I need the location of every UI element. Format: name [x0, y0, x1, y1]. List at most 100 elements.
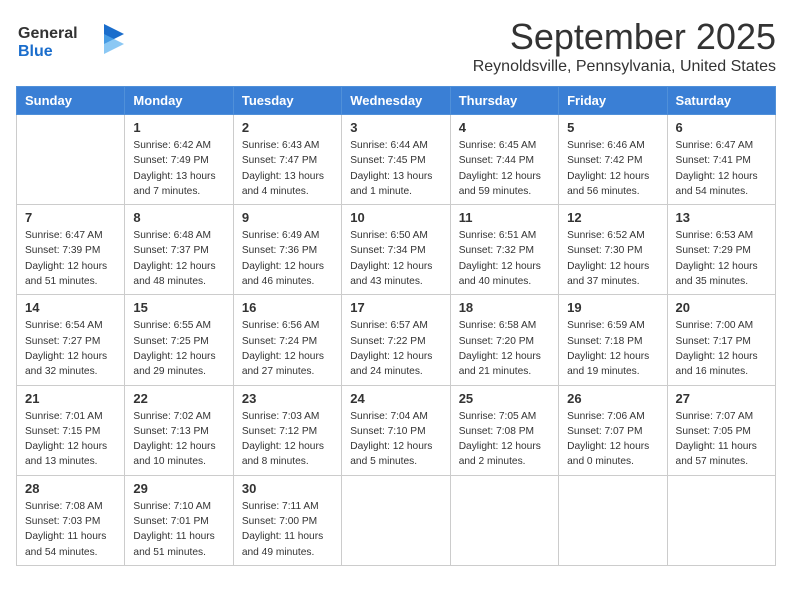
- cell-info: Sunrise: 6:47 AMSunset: 7:41 PMDaylight:…: [676, 138, 767, 199]
- calendar-week-3: 14Sunrise: 6:54 AMSunset: 7:27 PMDayligh…: [17, 295, 776, 385]
- cell-info: Sunrise: 6:56 AMSunset: 7:24 PMDaylight:…: [242, 318, 333, 379]
- calendar-cell: 12Sunrise: 6:52 AMSunset: 7:30 PMDayligh…: [559, 205, 667, 295]
- calendar-cell: [17, 115, 125, 205]
- calendar-cell: 19 Sunrise: 6:59 AMSunset: 7:18 PMDayligh…: [559, 295, 667, 385]
- day-number: 13: [676, 210, 767, 225]
- svg-text:General: General: [18, 25, 78, 42]
- cell-info: Sunrise: 6:55 AMSunset: 7:25 PMDaylight:…: [133, 318, 224, 379]
- day-number: 17: [350, 300, 441, 315]
- day-number: 3: [350, 120, 441, 135]
- weekday-header-saturday: Saturday: [667, 87, 775, 115]
- cell-info: Sunrise: 6:48 AMSunset: 7:37 PMDaylight:…: [133, 228, 224, 289]
- calendar-cell: 8Sunrise: 6:48 AMSunset: 7:37 PMDaylight…: [125, 205, 233, 295]
- calendar-cell: 26 Sunrise: 7:06 AMSunset: 7:07 PMDayligh…: [559, 385, 667, 475]
- calendar-cell: 28 Sunrise: 7:08 AMSunset: 7:03 PMDayligh…: [17, 475, 125, 565]
- weekday-header-wednesday: Wednesday: [342, 87, 450, 115]
- cell-info: Sunrise: 7:00 AMSunset: 7:17 PMDaylight:…: [676, 318, 767, 379]
- calendar-cell: 21 Sunrise: 7:01 AMSunset: 7:15 PMDayligh…: [17, 385, 125, 475]
- cell-info: Sunrise: 7:08 AMSunset: 7:03 PMDaylight:…: [25, 499, 116, 560]
- cell-info: Sunrise: 6:47 AMSunset: 7:39 PMDaylight:…: [25, 228, 116, 289]
- day-number: 27: [676, 391, 767, 406]
- weekday-header-row: SundayMondayTuesdayWednesdayThursdayFrid…: [17, 87, 776, 115]
- day-number: 30: [242, 481, 333, 496]
- calendar-cell: 18 Sunrise: 6:58 AMSunset: 7:20 PMDayligh…: [450, 295, 558, 385]
- day-number: 21: [25, 391, 116, 406]
- day-number: 25: [459, 391, 550, 406]
- page-header: General Blue September 2025 Reynoldsvill…: [16, 16, 776, 76]
- location-title: Reynoldsville, Pennsylvania, United Stat…: [473, 58, 776, 76]
- calendar-cell: 4Sunrise: 6:45 AMSunset: 7:44 PMDaylight…: [450, 115, 558, 205]
- logo-wordmark: General Blue: [16, 16, 126, 69]
- calendar-cell: [450, 475, 558, 565]
- cell-info: Sunrise: 6:51 AMSunset: 7:32 PMDaylight:…: [459, 228, 550, 289]
- cell-info: Sunrise: 6:53 AMSunset: 7:29 PMDaylight:…: [676, 228, 767, 289]
- weekday-header-friday: Friday: [559, 87, 667, 115]
- day-number: 11: [459, 210, 550, 225]
- day-number: 1: [133, 120, 224, 135]
- calendar-table: SundayMondayTuesdayWednesdayThursdayFrid…: [16, 86, 776, 566]
- day-number: 9: [242, 210, 333, 225]
- day-number: 29: [133, 481, 224, 496]
- cell-info: Sunrise: 6:52 AMSunset: 7:30 PMDaylight:…: [567, 228, 658, 289]
- calendar-cell: [342, 475, 450, 565]
- day-number: 7: [25, 210, 116, 225]
- day-number: 16: [242, 300, 333, 315]
- cell-info: Sunrise: 7:03 AMSunset: 7:12 PMDaylight:…: [242, 409, 333, 470]
- calendar-week-5: 28 Sunrise: 7:08 AMSunset: 7:03 PMDayligh…: [17, 475, 776, 565]
- day-number: 24: [350, 391, 441, 406]
- cell-info: Sunrise: 7:06 AMSunset: 7:07 PMDaylight:…: [567, 409, 658, 470]
- day-number: 18: [459, 300, 550, 315]
- cell-info: Sunrise: 7:01 AMSunset: 7:15 PMDaylight:…: [25, 409, 116, 470]
- calendar-cell: 25 Sunrise: 7:05 AMSunset: 7:08 PMDayligh…: [450, 385, 558, 475]
- calendar-cell: 11 Sunrise: 6:51 AMSunset: 7:32 PMDayligh…: [450, 205, 558, 295]
- calendar-cell: 20 Sunrise: 7:00 AMSunset: 7:17 PMDayligh…: [667, 295, 775, 385]
- calendar-week-1: 1 Sunrise: 6:42 AMSunset: 7:49 PMDaylight…: [17, 115, 776, 205]
- cell-info: Sunrise: 6:43 AMSunset: 7:47 PMDaylight:…: [242, 138, 333, 199]
- calendar-cell: 24 Sunrise: 7:04 AMSunset: 7:10 PMDayligh…: [342, 385, 450, 475]
- calendar-cell: 22Sunrise: 7:02 AMSunset: 7:13 PMDayligh…: [125, 385, 233, 475]
- cell-info: Sunrise: 7:04 AMSunset: 7:10 PMDaylight:…: [350, 409, 441, 470]
- calendar-cell: 30Sunrise: 7:11 AMSunset: 7:00 PMDayligh…: [233, 475, 341, 565]
- calendar-cell: 3Sunrise: 6:44 AMSunset: 7:45 PMDaylight…: [342, 115, 450, 205]
- calendar-cell: 13 Sunrise: 6:53 AMSunset: 7:29 PMDayligh…: [667, 205, 775, 295]
- cell-info: Sunrise: 7:07 AMSunset: 7:05 PMDaylight:…: [676, 409, 767, 470]
- calendar-week-4: 21 Sunrise: 7:01 AMSunset: 7:15 PMDayligh…: [17, 385, 776, 475]
- cell-info: Sunrise: 6:57 AMSunset: 7:22 PMDaylight:…: [350, 318, 441, 379]
- day-number: 5: [567, 120, 658, 135]
- calendar-cell: 7 Sunrise: 6:47 AMSunset: 7:39 PMDaylight…: [17, 205, 125, 295]
- cell-info: Sunrise: 6:50 AMSunset: 7:34 PMDaylight:…: [350, 228, 441, 289]
- calendar-cell: 15 Sunrise: 6:55 AMSunset: 7:25 PMDayligh…: [125, 295, 233, 385]
- day-number: 26: [567, 391, 658, 406]
- cell-info: Sunrise: 6:58 AMSunset: 7:20 PMDaylight:…: [459, 318, 550, 379]
- day-number: 15: [133, 300, 224, 315]
- day-number: 19: [567, 300, 658, 315]
- weekday-header-tuesday: Tuesday: [233, 87, 341, 115]
- calendar-cell: 6 Sunrise: 6:47 AMSunset: 7:41 PMDaylight…: [667, 115, 775, 205]
- weekday-header-thursday: Thursday: [450, 87, 558, 115]
- calendar-cell: [559, 475, 667, 565]
- day-number: 2: [242, 120, 333, 135]
- cell-info: Sunrise: 6:59 AMSunset: 7:18 PMDaylight:…: [567, 318, 658, 379]
- day-number: 14: [25, 300, 116, 315]
- calendar-cell: 17 Sunrise: 6:57 AMSunset: 7:22 PMDayligh…: [342, 295, 450, 385]
- calendar-week-2: 7 Sunrise: 6:47 AMSunset: 7:39 PMDaylight…: [17, 205, 776, 295]
- svg-text:Blue: Blue: [18, 43, 53, 60]
- day-number: 20: [676, 300, 767, 315]
- cell-info: Sunrise: 7:05 AMSunset: 7:08 PMDaylight:…: [459, 409, 550, 470]
- cell-info: Sunrise: 6:45 AMSunset: 7:44 PMDaylight:…: [459, 138, 550, 199]
- calendar-cell: 5 Sunrise: 6:46 AMSunset: 7:42 PMDaylight…: [559, 115, 667, 205]
- weekday-header-monday: Monday: [125, 87, 233, 115]
- calendar-cell: 23Sunrise: 7:03 AMSunset: 7:12 PMDayligh…: [233, 385, 341, 475]
- cell-info: Sunrise: 6:49 AMSunset: 7:36 PMDaylight:…: [242, 228, 333, 289]
- day-number: 6: [676, 120, 767, 135]
- weekday-header-sunday: Sunday: [17, 87, 125, 115]
- day-number: 28: [25, 481, 116, 496]
- cell-info: Sunrise: 7:02 AMSunset: 7:13 PMDaylight:…: [133, 409, 224, 470]
- calendar-cell: 9 Sunrise: 6:49 AMSunset: 7:36 PMDaylight…: [233, 205, 341, 295]
- month-title: September 2025: [473, 16, 776, 58]
- cell-info: Sunrise: 6:46 AMSunset: 7:42 PMDaylight:…: [567, 138, 658, 199]
- calendar-cell: 10Sunrise: 6:50 AMSunset: 7:34 PMDayligh…: [342, 205, 450, 295]
- calendar-cell: 29Sunrise: 7:10 AMSunset: 7:01 PMDayligh…: [125, 475, 233, 565]
- calendar-cell: 27 Sunrise: 7:07 AMSunset: 7:05 PMDayligh…: [667, 385, 775, 475]
- cell-info: Sunrise: 6:42 AMSunset: 7:49 PMDaylight:…: [133, 138, 224, 199]
